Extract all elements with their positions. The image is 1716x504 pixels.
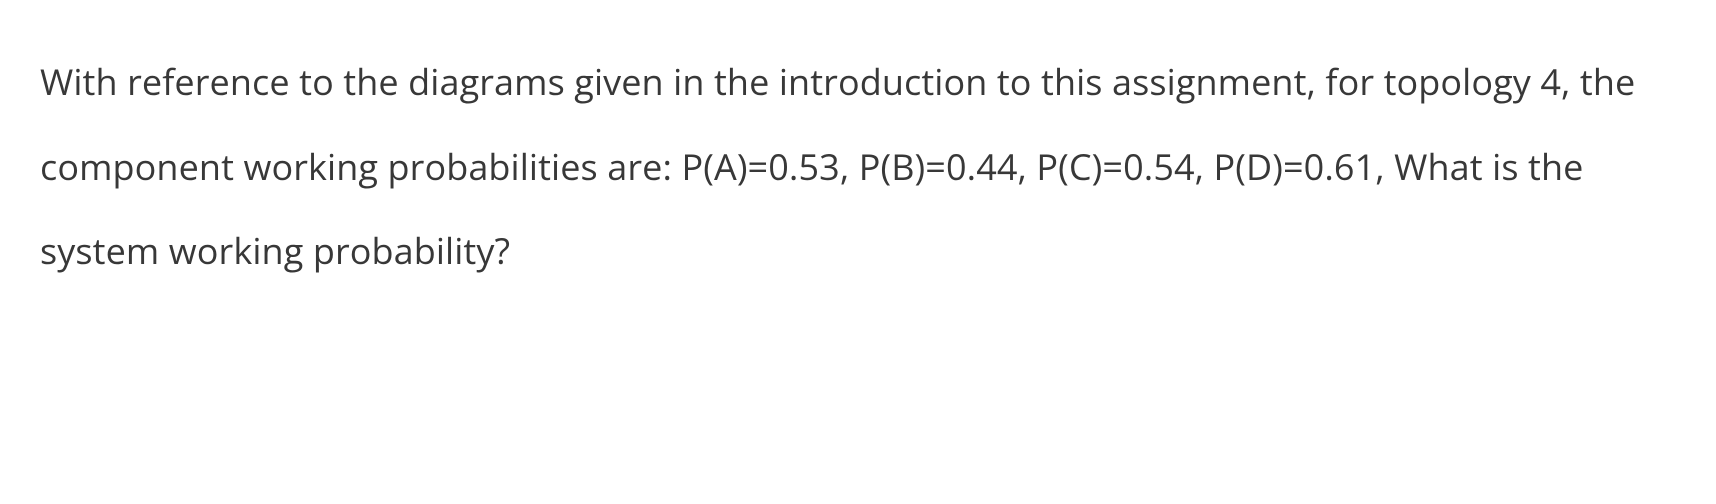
question-text: With reference to the diagrams given in … bbox=[40, 40, 1676, 294]
